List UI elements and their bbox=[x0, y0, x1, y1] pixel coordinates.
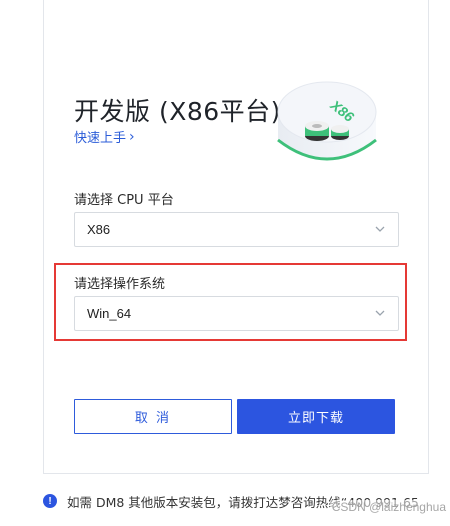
os-select[interactable]: Win_64 bbox=[74, 296, 399, 331]
os-value: Win_64 bbox=[87, 306, 132, 321]
chevron-down-icon bbox=[375, 226, 385, 232]
watermark: CSDN @laizhenghua bbox=[329, 500, 448, 514]
chevron-right-icon: › bbox=[129, 128, 135, 145]
cpu-platform-label: 请选择 CPU 平台 bbox=[74, 193, 174, 208]
info-icon: ! bbox=[43, 494, 57, 508]
os-label: 请选择操作系统 bbox=[74, 277, 166, 292]
download-button[interactable]: 立即下载 bbox=[237, 399, 395, 434]
cpu-platform-value: X86 bbox=[87, 222, 111, 237]
cancel-button[interactable]: 取 消 bbox=[74, 399, 232, 434]
dialog-title: 开发版 (X86平台) bbox=[74, 97, 281, 126]
quick-start-link[interactable]: 快速上手 › bbox=[74, 127, 135, 147]
database-illustration: X86 bbox=[277, 81, 377, 161]
cpu-platform-select[interactable]: X86 bbox=[74, 212, 399, 247]
quick-start-label: 快速上手 bbox=[74, 131, 127, 146]
chevron-down-icon bbox=[375, 310, 385, 316]
